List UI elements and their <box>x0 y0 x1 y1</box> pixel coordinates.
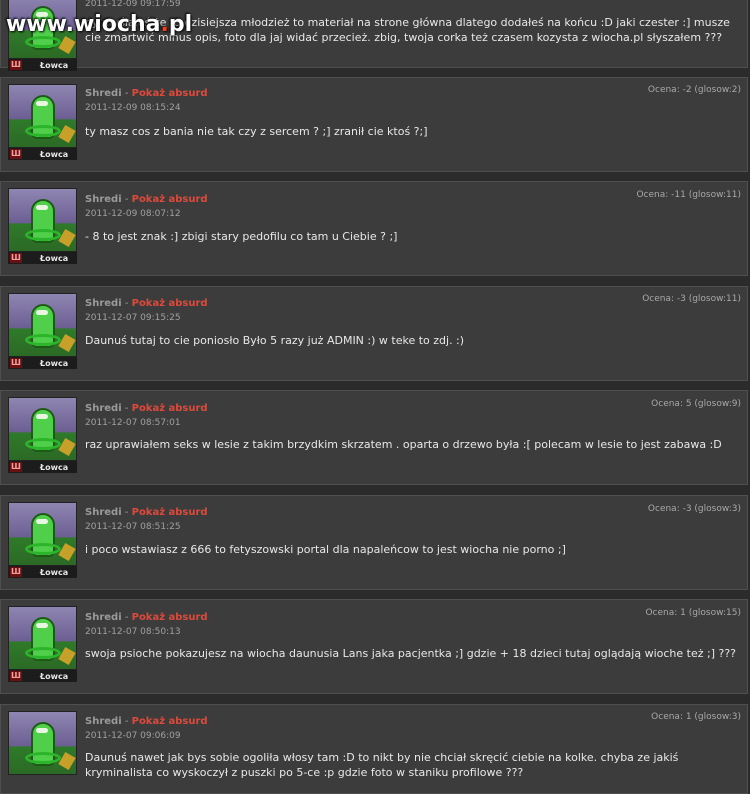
comment-card: Ш Łowca Shredi - Pokaż absurd 2011-12-09… <box>0 77 748 172</box>
comment-text: Daunuś nawet jak bys sobie ogoliła włosy… <box>85 751 679 779</box>
comment-date: 2011-12-07 08:57:01 <box>85 418 181 428</box>
comment-date: 2011-12-09 08:07:12 <box>85 209 181 219</box>
avatar-image[interactable] <box>8 606 77 670</box>
report-absurd-link[interactable]: Pokaż absurd <box>132 716 208 727</box>
comment-meta: Shredi - Pokaż absurd <box>85 298 208 309</box>
comment-meta: Shredi - Pokaż absurd <box>85 403 208 414</box>
author-link[interactable]: Shredi <box>85 88 122 99</box>
comment-rating: Ocena: -11 (glosow:11) <box>636 190 741 200</box>
site-watermark-logo: www.wiocha.pl <box>6 12 193 37</box>
rank-badge: Ш Łowca <box>8 670 77 682</box>
comment-meta: Shredi - Pokaż absurd <box>85 612 208 623</box>
rank-label: Łowca <box>40 671 69 681</box>
rank-badge: Ш Łowca <box>8 461 77 473</box>
author-link[interactable]: Shredi <box>85 612 122 623</box>
comment-card: Shredi - Pokaż absurd 2011-12-07 09:06:0… <box>0 704 748 794</box>
rank-icon: Ш <box>10 462 22 472</box>
avatar-image[interactable] <box>8 502 77 566</box>
author-link[interactable]: Shredi <box>85 507 122 518</box>
comment-card: Ш Łowca Shredi - Pokaż absurd 2011-12-07… <box>0 286 748 381</box>
comment-card: Ш Łowca Shredi - Pokaż absurd 2011-12-07… <box>0 599 748 694</box>
comment-date: 2011-12-09 09:17:59 <box>85 0 181 9</box>
comment-rating: Ocena: -2 (glosow:2) <box>647 85 741 95</box>
comment-text: swoja psioche pokazujesz na wiocha daunu… <box>85 647 737 660</box>
author-link[interactable]: Shredi <box>85 716 122 727</box>
comment-meta: Shredi - Pokaż absurd <box>85 716 208 727</box>
rank-label: Łowca <box>40 149 69 159</box>
comment-text: i poco wstawiasz z 666 to fetyszowski po… <box>85 543 566 556</box>
report-absurd-link[interactable]: Pokaż absurd <box>132 403 208 414</box>
comment-rating: Ocena: -3 (glosow:3) <box>647 504 741 514</box>
avatar[interactable]: Ш Łowca <box>8 84 77 160</box>
rank-icon: Ш <box>10 671 22 681</box>
avatar[interactable] <box>8 711 77 787</box>
rank-icon: Ш <box>10 149 22 159</box>
avatar-image[interactable] <box>8 711 77 775</box>
rank-label: Łowca <box>40 462 69 472</box>
author-link[interactable]: Shredi <box>85 194 122 205</box>
avatar-image[interactable] <box>8 293 77 357</box>
comment-meta: Shredi - Pokaż absurd <box>85 194 208 205</box>
comment-rating: Ocena: 5 (glosow:9) <box>651 399 741 409</box>
rank-icon: Ш <box>10 358 22 368</box>
avatar[interactable]: Ш Łowca <box>8 397 77 473</box>
report-absurd-link[interactable]: Pokaż absurd <box>132 88 208 99</box>
comment-card: Ш Łowca Shredi - Pokaż absurd 2011-12-07… <box>0 390 748 485</box>
rank-badge: Ш Łowca <box>8 148 77 160</box>
rank-badge: Ш Łowca <box>8 59 77 71</box>
comment-meta: Shredi - Pokaż absurd <box>85 507 208 518</box>
comment-card: Ш Łowca Shredi - Pokaż absurd 2011-12-07… <box>0 495 748 590</box>
comment-date: 2011-12-07 08:50:13 <box>85 627 181 637</box>
comment-text: Daunuś tutaj to cie poniosło Było 5 razy… <box>85 334 465 347</box>
avatar[interactable]: Ш Łowca <box>8 502 77 578</box>
avatar-image[interactable] <box>8 84 77 148</box>
avatar-image[interactable] <box>8 188 77 252</box>
rank-label: Łowca <box>40 60 69 70</box>
author-link[interactable]: Shredi <box>85 403 122 414</box>
rank-label: Łowca <box>40 567 69 577</box>
comment-date: 2011-12-07 09:15:25 <box>85 313 181 323</box>
rank-icon: Ш <box>10 567 22 577</box>
comment-rating: Ocena: 1 (glosow:15) <box>645 608 741 618</box>
rank-badge: Ш Łowca <box>8 566 77 578</box>
avatar[interactable]: Ш Łowca <box>8 606 77 682</box>
rank-icon: Ш <box>10 253 22 263</box>
avatar-image[interactable] <box>8 397 77 461</box>
comment-text: ty masz cos z bania nie tak czy z sercem… <box>85 125 428 138</box>
rank-badge: Ш Łowca <box>8 357 77 369</box>
comment-rating: Ocena: -3 (glosow:11) <box>642 294 741 304</box>
report-absurd-link[interactable]: Pokaż absurd <box>132 612 208 623</box>
rank-label: Łowca <box>40 253 69 263</box>
comment-date: 2011-12-07 09:06:09 <box>85 731 181 741</box>
report-absurd-link[interactable]: Pokaż absurd <box>132 298 208 309</box>
comment-text: raz uprawiałem seks w lesie z takim brzy… <box>85 438 722 451</box>
comment-card: Ш Łowca Shredi - Pokaż absurd 2011-12-09… <box>0 181 748 276</box>
comment-rating: Ocena: 1 (glosow:3) <box>651 712 741 722</box>
rank-label: Łowca <box>40 358 69 368</box>
comment-meta: Shredi - Pokaż absurd <box>85 88 208 99</box>
rank-badge: Ш Łowca <box>8 252 77 264</box>
avatar[interactable]: Ш Łowca <box>8 188 77 264</box>
comment-date: 2011-12-07 08:51:25 <box>85 522 181 532</box>
report-absurd-link[interactable]: Pokaż absurd <box>132 507 208 518</box>
author-link[interactable]: Shredi <box>85 298 122 309</box>
comment-text: - 8 to jest znak :] zbigi stary pedofilu… <box>85 230 398 243</box>
report-absurd-link[interactable]: Pokaż absurd <box>132 194 208 205</box>
avatar[interactable]: Ш Łowca <box>8 293 77 369</box>
rank-icon: Ш <box>10 60 22 70</box>
comment-date: 2011-12-09 08:15:24 <box>85 103 181 113</box>
